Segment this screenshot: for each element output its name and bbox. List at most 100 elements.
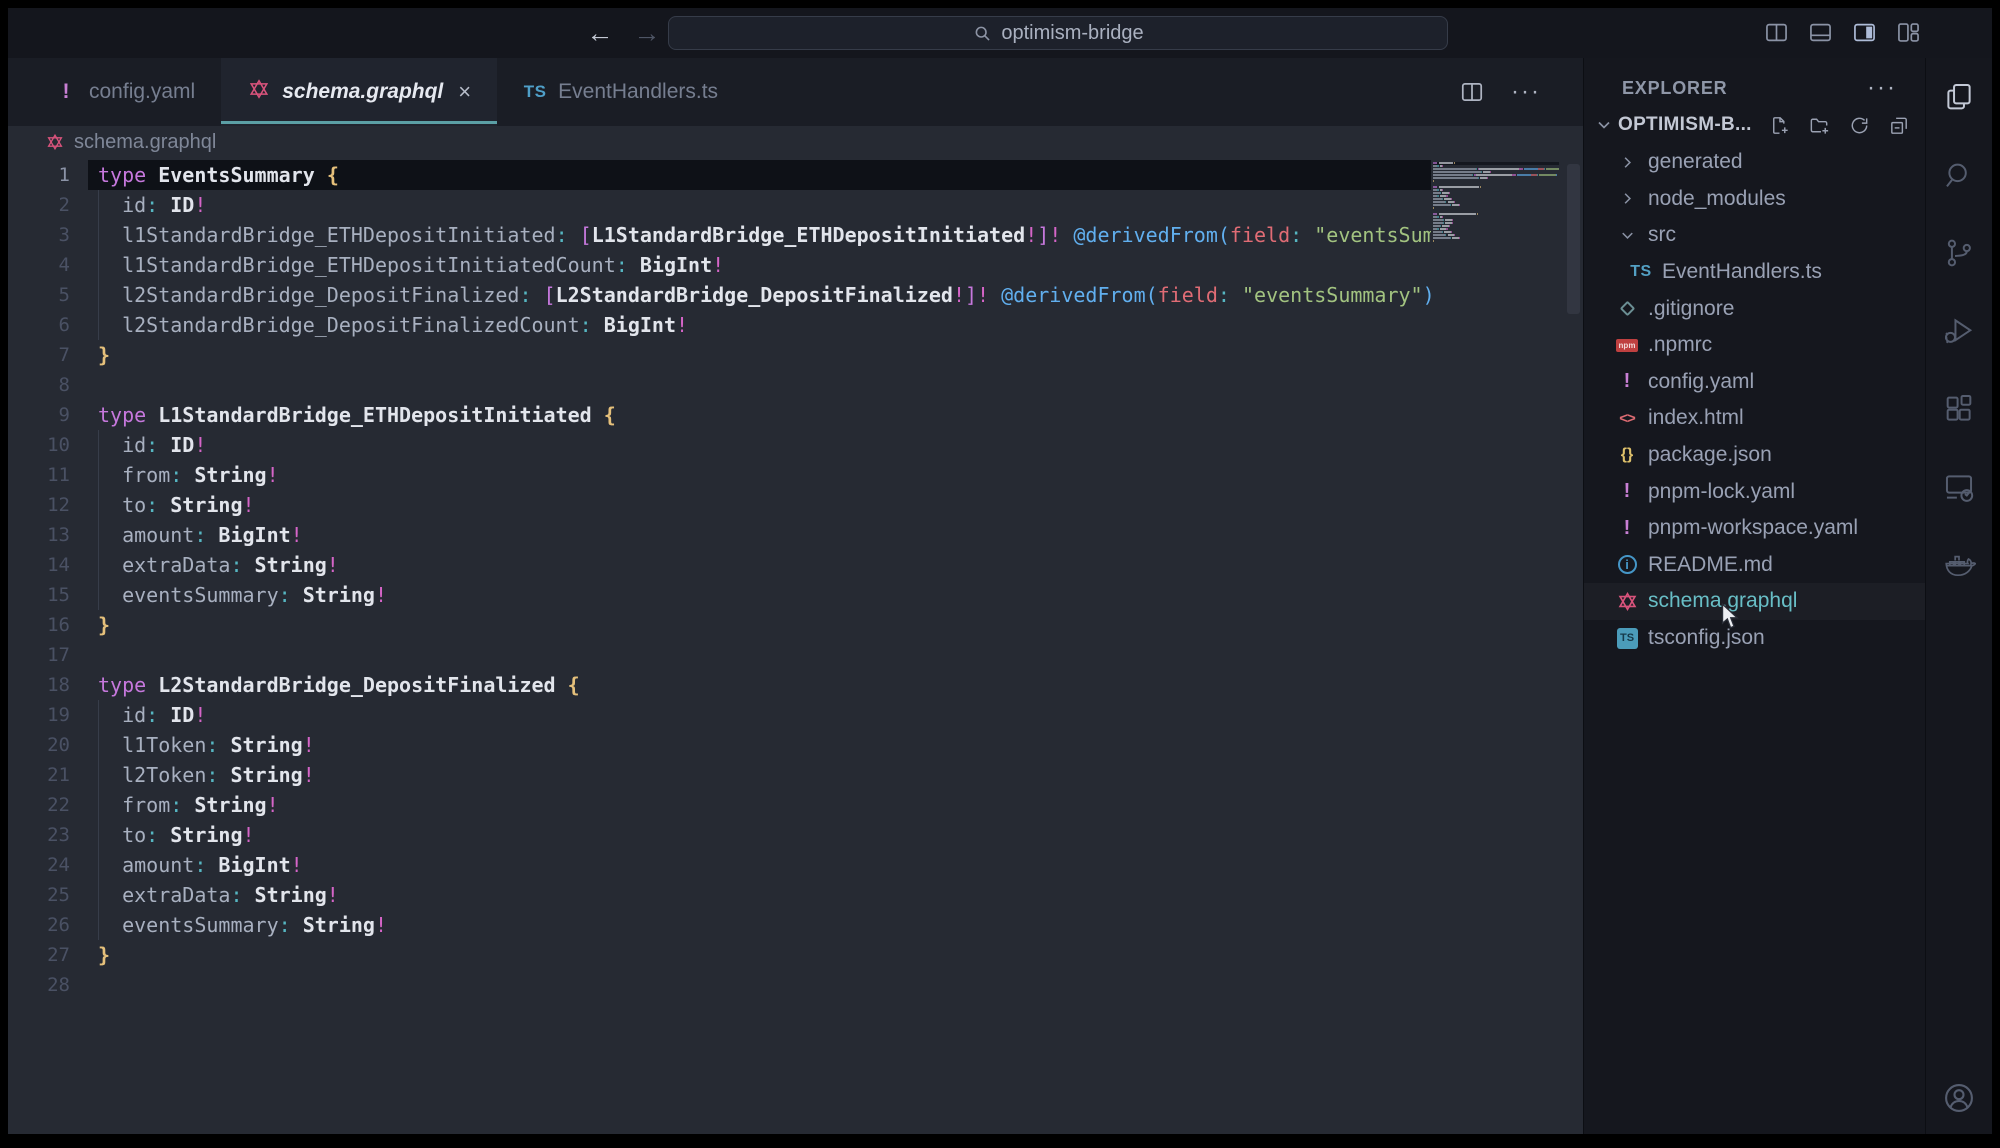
activity-bar (1925, 58, 1992, 1134)
code-line-8[interactable]: 8 (8, 370, 1431, 400)
explorer-item-config-yaml[interactable]: !config.yaml (1584, 364, 1925, 401)
yaml-icon: ! (1624, 370, 1631, 393)
mouse-cursor (1720, 603, 1742, 629)
new-folder-icon[interactable] (1808, 114, 1831, 137)
layout-panel-icon[interactable] (1807, 19, 1834, 46)
customize-layout-icon[interactable] (1895, 19, 1922, 46)
code-line-7[interactable]: 7} (8, 340, 1431, 370)
minimap-line (1433, 210, 1559, 212)
extensions-icon[interactable] (1942, 392, 1976, 426)
code-editor[interactable]: 1type EventsSummary {2 id: ID!3 l1Standa… (8, 158, 1583, 1134)
line-text: type L2StandardBridge_DepositFinalized { (70, 670, 580, 700)
explorer-item-pnpm-lock-yaml[interactable]: !pnpm-lock.yaml (1584, 473, 1925, 510)
code-line-10[interactable]: 10 id: ID! (8, 430, 1431, 460)
line-number: 27 (8, 940, 70, 970)
files-icon[interactable] (1942, 80, 1976, 114)
explorer-item-src[interactable]: src (1584, 217, 1925, 254)
minimap-line (1433, 168, 1559, 170)
html-icon: <> (1619, 410, 1635, 427)
item-label: generated (1648, 150, 1743, 174)
explorer-title: EXPLORER (1622, 78, 1727, 99)
split-editor-icon[interactable] (1459, 79, 1485, 105)
back-icon[interactable]: ← (583, 14, 617, 52)
source-control-icon[interactable] (1942, 236, 1976, 270)
code-line-3[interactable]: 3 l1StandardBridge_ETHDepositInitiated: … (8, 220, 1431, 250)
refresh-icon[interactable] (1848, 114, 1871, 137)
code-line-22[interactable]: 22 from: String! (8, 790, 1431, 820)
explorer-item-pnpm-workspace-yaml[interactable]: !pnpm-workspace.yaml (1584, 510, 1925, 547)
code-line-2[interactable]: 2 id: ID! (8, 190, 1431, 220)
code-line-9[interactable]: 9type L1StandardBridge_ETHDepositInitiat… (8, 400, 1431, 430)
more-actions-icon[interactable]: ··· (1511, 78, 1541, 106)
line-text: } (70, 340, 110, 370)
explorer-item-eventhandlers-ts[interactable]: TSEventHandlers.ts (1584, 254, 1925, 291)
explorer-item-readme-md[interactable]: iREADME.md (1584, 547, 1925, 584)
code-line-20[interactable]: 20 l1Token: String! (8, 730, 1431, 760)
indent-guide (98, 700, 99, 940)
close-icon[interactable]: × (458, 79, 471, 105)
code-line-13[interactable]: 13 amount: BigInt! (8, 520, 1431, 550)
layout-sidebar-right-icon[interactable] (1851, 19, 1878, 46)
run-debug-icon[interactable] (1942, 314, 1976, 348)
code-line-19[interactable]: 19 id: ID! (8, 700, 1431, 730)
code-line-24[interactable]: 24 amount: BigInt! (8, 850, 1431, 880)
account-icon[interactable] (1941, 1080, 1977, 1116)
explorer-item-tsconfig-json[interactable]: TStsconfig.json (1584, 620, 1925, 657)
line-number: 3 (8, 220, 70, 250)
code-line-4[interactable]: 4 l1StandardBridge_ETHDepositInitiatedCo… (8, 250, 1431, 280)
code-line-1[interactable]: 1type EventsSummary { (8, 160, 1431, 190)
code-line-14[interactable]: 14 extraData: String! (8, 550, 1431, 580)
code-line-12[interactable]: 12 to: String! (8, 490, 1431, 520)
code-line-17[interactable]: 17 (8, 640, 1431, 670)
explorer-item-package-json[interactable]: {}package.json (1584, 437, 1925, 474)
explorer-item--gitignore[interactable]: .gitignore (1584, 290, 1925, 327)
code-line-26[interactable]: 26 eventsSummary: String! (8, 910, 1431, 940)
explorer-item-index-html[interactable]: <>index.html (1584, 400, 1925, 437)
line-text: } (70, 610, 110, 640)
code-line-18[interactable]: 18type L2StandardBridge_DepositFinalized… (8, 670, 1431, 700)
code-line-15[interactable]: 15 eventsSummary: String! (8, 580, 1431, 610)
search-icon (972, 23, 993, 44)
code-line-23[interactable]: 23 to: String! (8, 820, 1431, 850)
code-line-16[interactable]: 16} (8, 610, 1431, 640)
item-label: pnpm-lock.yaml (1648, 480, 1795, 504)
code-line-21[interactable]: 21 l2Token: String! (8, 760, 1431, 790)
new-file-icon[interactable] (1768, 114, 1791, 137)
minimap-line (1433, 204, 1559, 206)
layout-columns-icon[interactable] (1763, 19, 1790, 46)
remote-explorer-icon[interactable] (1942, 470, 1976, 504)
explorer-item--npmrc[interactable]: npm.npmrc (1584, 327, 1925, 364)
explorer-item-node-modules[interactable]: node_modules (1584, 181, 1925, 218)
minimap[interactable] (1433, 162, 1559, 1134)
explorer-item-generated[interactable]: generated (1584, 144, 1925, 181)
minimap-line (1433, 216, 1559, 218)
project-root-row[interactable]: OPTIMISM-B... (1584, 106, 1925, 144)
item-label: pnpm-workspace.yaml (1648, 516, 1858, 540)
code-line-11[interactable]: 11 from: String! (8, 460, 1431, 490)
code-line-27[interactable]: 27} (8, 940, 1431, 970)
code-line-25[interactable]: 25 extraData: String! (8, 880, 1431, 910)
command-center-search[interactable]: optimism-bridge (668, 16, 1448, 50)
line-text: from: String! (70, 460, 279, 490)
line-text: l2Token: String! (70, 760, 315, 790)
breadcrumb[interactable]: schema.graphql (8, 126, 1583, 158)
line-number: 13 (8, 520, 70, 550)
explorer-item-schema-graphql[interactable]: schema.graphql (1584, 583, 1925, 620)
forward-icon[interactable]: → (630, 14, 664, 52)
docker-icon[interactable] (1942, 548, 1976, 582)
vscode-window: ← → optimism-bridge (8, 8, 1992, 1134)
collapse-folders-icon[interactable] (1888, 114, 1911, 137)
minimap-line (1433, 225, 1559, 227)
tab-eventhandlers-ts[interactable]: TS EventHandlers.ts (497, 58, 744, 126)
tab-config-yaml[interactable]: ! config.yaml (28, 58, 221, 126)
item-label: README.md (1648, 553, 1773, 577)
search-icon[interactable] (1942, 158, 1976, 192)
line-text (70, 370, 98, 400)
tab-schema-graphql[interactable]: schema.graphql × (221, 58, 497, 126)
code-line-28[interactable]: 28 (8, 970, 1431, 1000)
explorer-more-icon[interactable]: ··· (1867, 74, 1897, 102)
code-line-6[interactable]: 6 l2StandardBridge_DepositFinalizedCount… (8, 310, 1431, 340)
editor-scrollbar[interactable] (1567, 164, 1580, 314)
chevron-right-icon (1614, 189, 1640, 208)
code-line-5[interactable]: 5 l2StandardBridge_DepositFinalized: [L2… (8, 280, 1431, 310)
